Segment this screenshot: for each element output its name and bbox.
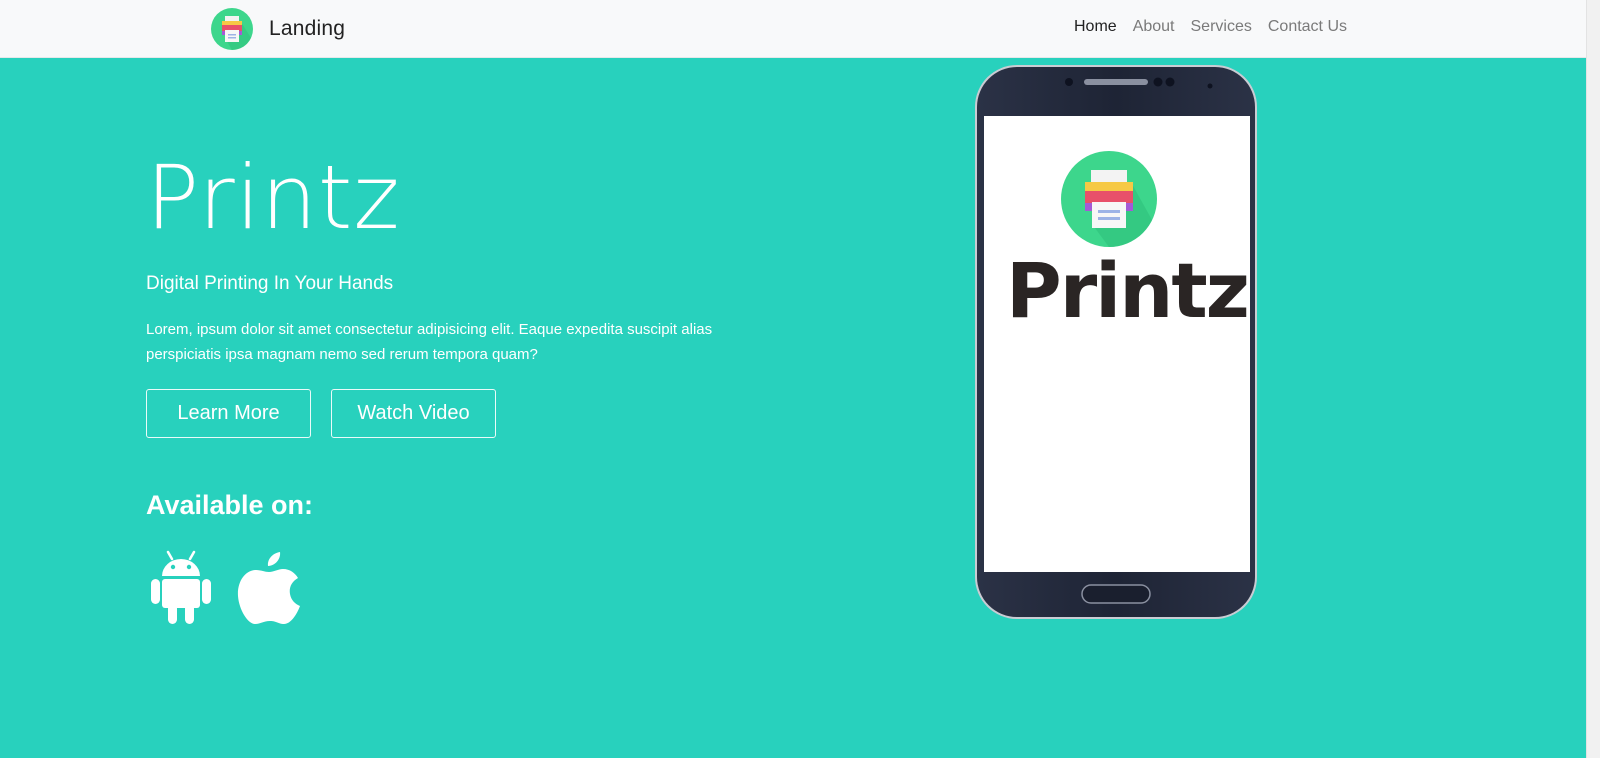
hero-description: Lorem, ipsum dolor sit amet consectetur … (146, 321, 713, 363)
printer-logo-icon (1061, 151, 1157, 247)
nav-link-about[interactable]: About (1133, 18, 1175, 36)
phone-screen: Printz (984, 116, 1250, 572)
nav-link-home[interactable]: Home (1074, 18, 1117, 36)
phone-wordmark: Printz (1006, 246, 1250, 335)
nav-links: Home About Services Contact Us (1074, 18, 1347, 36)
hero-subtitle: Digital Printing In Your Hands (146, 273, 394, 294)
android-icon[interactable] (148, 550, 214, 626)
nav-link-contact-us[interactable]: Contact Us (1268, 18, 1347, 36)
phone-mockup: Printz (974, 64, 1258, 620)
navbar-brand[interactable]: Landing (211, 8, 345, 50)
apple-icon[interactable] (236, 550, 302, 626)
hero-title: Printz (146, 146, 401, 249)
hero-section: Printz Digital Printing In Your Hands Lo… (0, 58, 1586, 758)
available-on-heading: Available on: (146, 490, 314, 520)
learn-more-button[interactable]: Learn More (146, 389, 311, 438)
watch-video-button[interactable]: Watch Video (331, 389, 496, 438)
page-scrollbar[interactable] (1586, 0, 1600, 758)
top-navbar: Landing Home About Services Contact Us (0, 0, 1586, 58)
printer-logo-icon (211, 8, 253, 50)
nav-link-services[interactable]: Services (1191, 18, 1252, 36)
brand-name: Landing (269, 17, 346, 40)
